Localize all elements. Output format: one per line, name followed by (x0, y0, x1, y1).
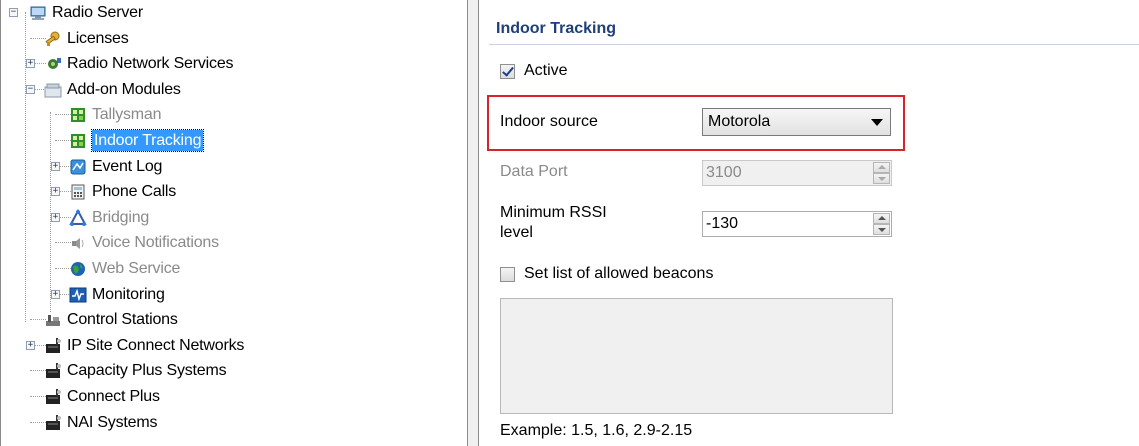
tree-item[interactable]: + Radio Network Services (1, 51, 467, 76)
navigation-tree[interactable]: − Radio Server Licenses + Radio Network Serv… (1, 0, 469, 446)
tree-item-label: Voice Notifications (92, 234, 219, 251)
tree-item-label: NAI Systems (67, 414, 158, 431)
data-port-label: Data Port (500, 163, 568, 180)
phone-calls-icon (69, 183, 87, 201)
expand-icon[interactable]: + (51, 162, 60, 171)
active-checkbox[interactable] (500, 64, 515, 79)
server-icon (29, 4, 47, 22)
tree-item-label: Phone Calls (92, 183, 177, 200)
network-services-icon (44, 55, 62, 73)
tree-item[interactable]: Licenses (1, 26, 467, 51)
tree-item-label: Event Log (92, 158, 163, 175)
tree-item[interactable]: − Radio Server (1, 0, 467, 25)
rssi-label-line2: level (500, 224, 533, 241)
tree-item[interactable]: Voice Notifications (1, 230, 467, 255)
page-title: Indoor Tracking (496, 20, 617, 37)
repeater-icon (44, 362, 62, 380)
tree-item-label: Control Stations (67, 311, 178, 328)
voice-notifications-icon (69, 234, 87, 252)
rssi-label: Minimum RSSI level (500, 203, 607, 243)
allowed-beacons-label: Set list of allowed beacons (524, 265, 714, 282)
tree-item-label: Connect Plus (67, 388, 160, 405)
chevron-down-icon (871, 119, 883, 126)
tree-item[interactable]: Control Stations (1, 307, 467, 332)
tree-item[interactable]: + Event Log (1, 154, 467, 179)
bridging-icon (69, 208, 87, 227)
tree-item[interactable]: Tallysman (1, 102, 467, 127)
tree-item-label: Monitoring (92, 286, 165, 303)
tree-item-label: Web Service (92, 260, 181, 277)
monitoring-icon (69, 286, 87, 304)
properties-pane: Indoor Tracking Active Indoor source Mot… (478, 0, 1139, 446)
module-icon (69, 132, 87, 150)
indoor-source-value: Motorola (708, 113, 771, 130)
control-stations-icon (44, 311, 62, 329)
collapse-icon[interactable]: − (26, 85, 35, 94)
rssi-label-line1: Minimum RSSI (500, 204, 607, 221)
tree-item[interactable]: NAI Systems (1, 410, 467, 435)
tree-item-label: Add-on Modules (67, 81, 181, 98)
addon-modules-icon (44, 81, 62, 99)
tree-item[interactable]: + Bridging (1, 205, 467, 230)
spin-up-icon[interactable] (873, 213, 890, 224)
tree-item[interactable]: Capacity Plus Systems (1, 358, 467, 383)
collapse-icon[interactable]: − (9, 8, 18, 17)
tree-item-label: Radio Network Services (67, 55, 234, 72)
active-label: Active (524, 62, 568, 79)
expand-icon[interactable]: + (51, 187, 60, 196)
tree-item[interactable]: + Monitoring (1, 282, 467, 307)
tree-item[interactable]: Web Service (1, 256, 467, 281)
title-divider (489, 44, 1139, 45)
example-text: Example: 1.5, 1.6, 2.9-2.15 (500, 422, 693, 439)
expand-icon[interactable]: + (26, 59, 35, 68)
spin-up-icon (873, 162, 890, 173)
rssi-stepper[interactable]: -130 (702, 211, 892, 237)
repeater-icon (44, 414, 62, 432)
allowed-beacons-textarea (500, 298, 893, 414)
tree-item-label: IP Site Connect Networks (67, 337, 245, 354)
navigation-tree-pane: − Radio Server Licenses + Radio Network Serv… (0, 0, 468, 446)
data-port-value: 3100 (706, 164, 742, 181)
tree-item-label: Capacity Plus Systems (67, 362, 227, 379)
tree-item[interactable]: − Add-on Modules (1, 77, 467, 102)
tree-item[interactable]: + IP Site Connect Networks (1, 333, 467, 358)
spin-down-icon[interactable] (873, 224, 890, 235)
expand-icon[interactable]: + (51, 213, 60, 222)
web-service-icon (69, 260, 87, 278)
repeater-icon (44, 337, 62, 355)
indoor-source-dropdown[interactable]: Motorola (702, 108, 891, 136)
splitter[interactable] (468, 0, 478, 446)
indoor-source-label: Indoor source (500, 113, 598, 130)
tree-item[interactable]: Indoor Tracking (1, 128, 467, 153)
tree-item-label: Bridging (92, 209, 150, 226)
data-port-stepper: 3100 (702, 160, 892, 186)
repeater-icon (44, 388, 62, 406)
licenses-icon (44, 30, 62, 48)
spin-down-icon (873, 173, 890, 184)
expand-icon[interactable]: + (26, 341, 35, 350)
rssi-value: -130 (706, 215, 739, 232)
event-log-icon (69, 158, 87, 176)
module-icon (69, 106, 87, 124)
tree-item-label: Radio Server (52, 4, 143, 21)
tree-item-label: Tallysman (92, 106, 162, 123)
tree-item-label: Licenses (67, 30, 129, 47)
tree-item-label: Indoor Tracking (90, 129, 205, 152)
allowed-beacons-checkbox[interactable] (500, 267, 515, 282)
tree-item[interactable]: Connect Plus (1, 384, 467, 409)
tree-item[interactable]: + Phone Calls (1, 179, 467, 204)
expand-icon[interactable]: + (51, 290, 60, 299)
